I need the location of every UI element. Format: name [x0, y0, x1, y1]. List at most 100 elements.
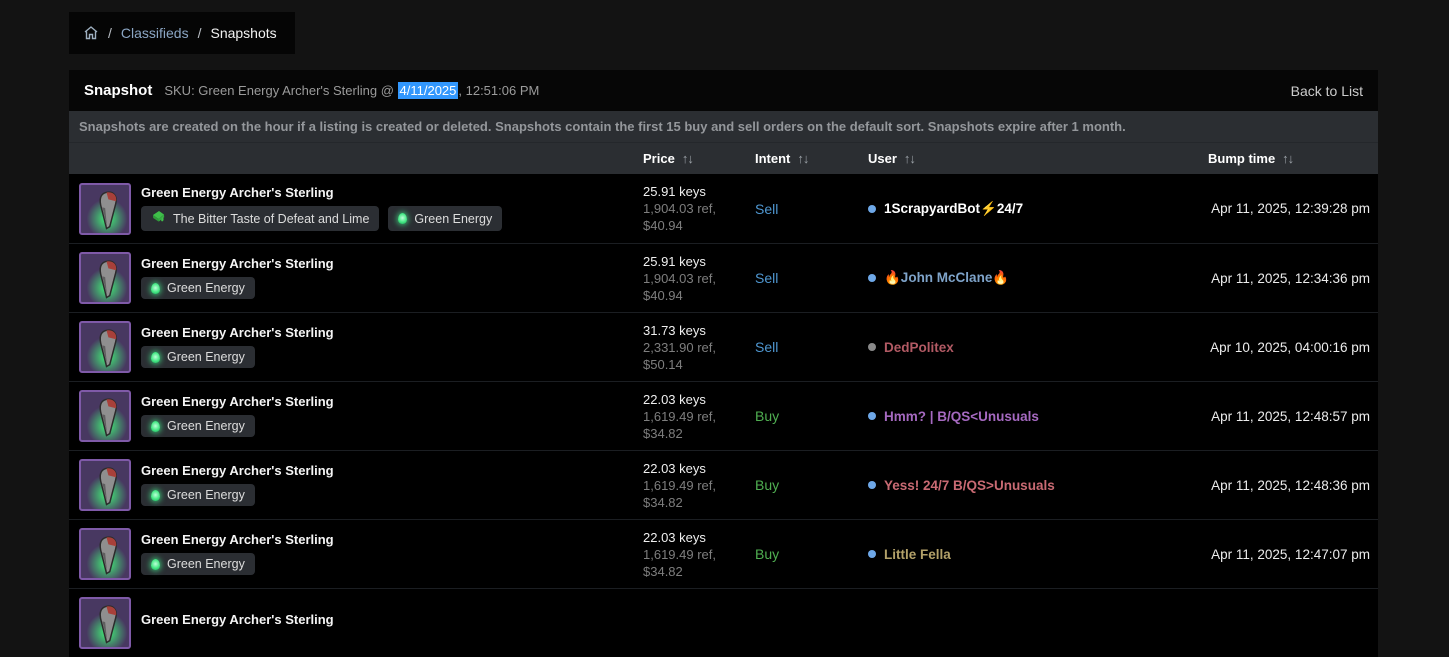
sort-icon[interactable]: ↑↓: [682, 151, 694, 166]
tag-list: Green Energy: [141, 346, 633, 368]
price-keys: 22.03 keys: [643, 460, 706, 476]
particle-icon: [151, 282, 160, 294]
particle-icon: [151, 558, 160, 570]
bump-time: Apr 11, 2025, 12:39:28 pm: [1211, 201, 1370, 216]
column-header-user: User ↑↓: [868, 151, 916, 166]
price-keys: 31.73 keys: [643, 322, 706, 338]
table-row: Green Energy Archer's Sterling Green Ene…: [69, 243, 1378, 312]
breadcrumb: / Classifieds / Snapshots: [69, 12, 295, 54]
table-row: Green Energy Archer's Sterling Green Ene…: [69, 519, 1378, 588]
intent-label[interactable]: Buy: [755, 546, 858, 562]
user-cell: 🔥John McClane🔥: [868, 270, 1198, 286]
user-cell: Hmm? | B/QS<Unusuals: [868, 409, 1198, 424]
item-image[interactable]: [79, 597, 131, 649]
sku-suffix: , 12:51:06 PM: [458, 83, 540, 98]
price-usd: $50.14: [643, 356, 683, 372]
tag-list: The Bitter Taste of Defeat and Lime Gree…: [141, 206, 633, 231]
price-keys: 25.91 keys: [643, 184, 706, 199]
item-name[interactable]: Green Energy Archer's Sterling: [141, 613, 633, 627]
user-cell: DedPolitex: [868, 340, 1198, 355]
price-cell: 22.03 keys 1,619.49 ref, $34.82: [643, 529, 745, 580]
user-link[interactable]: 🔥John McClane🔥: [884, 270, 1009, 286]
user-link[interactable]: 1ScrapyardBot⚡24/7: [884, 201, 1023, 217]
item-name[interactable]: Green Energy Archer's Sterling: [141, 257, 633, 271]
column-header-intent: Intent ↑↓: [755, 151, 809, 166]
tag-label: Green Energy: [414, 211, 493, 226]
price-cell: 22.03 keys 1,619.49 ref, $34.82: [643, 391, 745, 442]
intent-label[interactable]: Buy: [755, 477, 858, 493]
sort-icon[interactable]: ↑↓: [904, 151, 916, 166]
home-icon[interactable]: [83, 25, 99, 41]
item-image[interactable]: [79, 182, 131, 235]
item-image[interactable]: [79, 459, 131, 511]
item-tag[interactable]: The Bitter Taste of Defeat and Lime: [141, 206, 380, 231]
user-status-dot: [868, 412, 876, 420]
snapshot-panel: Snapshot SKU: Green Energy Archer's Ster…: [69, 70, 1378, 657]
arrowhead-item-icon: [99, 536, 117, 575]
user-link[interactable]: Little Fella: [884, 547, 951, 562]
arrowhead-item-icon: [99, 190, 117, 230]
item-image[interactable]: [79, 252, 131, 304]
table-header-row: Price ↑↓ Intent ↑↓ User ↑↓ Bump time ↑↓: [69, 143, 1378, 174]
sort-icon[interactable]: ↑↓: [797, 151, 809, 166]
price-usd: $34.82: [643, 563, 683, 579]
back-to-list-link[interactable]: Back to List: [1291, 83, 1363, 99]
price-ref: 2,331.90 ref,: [643, 339, 716, 355]
item-name[interactable]: Green Energy Archer's Sterling: [141, 464, 633, 478]
price-ref: 1,619.49 ref,: [643, 477, 716, 493]
user-status-dot: [868, 274, 876, 282]
user-link[interactable]: Yess! 24/7 B/QS>Unusuals: [884, 478, 1055, 493]
tag-label: Green Energy: [167, 557, 245, 571]
column-header-bump-time: Bump time ↑↓: [1208, 151, 1294, 166]
bump-time: Apr 10, 2025, 04:00:16 pm: [1210, 339, 1370, 355]
table-row: Green Energy Archer's Sterling The Bitte…: [69, 174, 1378, 243]
sort-icon[interactable]: ↑↓: [1282, 151, 1294, 166]
intent-label[interactable]: Sell: [755, 339, 858, 355]
price-usd: $40.94: [643, 218, 683, 233]
item-image[interactable]: [79, 528, 131, 580]
user-status-dot: [868, 343, 876, 351]
tag-label: Green Energy: [167, 281, 245, 295]
item-tag[interactable]: Green Energy: [388, 206, 503, 231]
tag-list: Green Energy: [141, 484, 633, 506]
arrowhead-item-icon: [99, 398, 117, 437]
page-title: Snapshot: [84, 82, 153, 99]
sku-prefix: SKU: Green Energy Archer's Sterling @: [164, 83, 398, 98]
price-cell: 25.91 keys 1,904.03 ref, $40.94: [643, 183, 745, 234]
item-tag[interactable]: Green Energy: [141, 277, 255, 299]
column-header-price: Price ↑↓: [643, 151, 694, 166]
item-name[interactable]: Green Energy Archer's Sterling: [141, 395, 633, 409]
item-tag[interactable]: Green Energy: [141, 553, 255, 575]
tag-list: Green Energy: [141, 277, 633, 299]
intent-label[interactable]: Buy: [755, 408, 858, 424]
particle-icon: [151, 351, 160, 363]
item-tag[interactable]: Green Energy: [141, 346, 255, 368]
sku-line: SKU: Green Energy Archer's Sterling @ 4/…: [164, 82, 540, 99]
price-ref: 1,619.49 ref,: [643, 546, 716, 562]
user-link[interactable]: DedPolitex: [884, 340, 954, 355]
arrowhead-item-icon: [99, 467, 117, 506]
item-name[interactable]: Green Energy Archer's Sterling: [141, 186, 633, 200]
item-name[interactable]: Green Energy Archer's Sterling: [141, 533, 633, 547]
item-tag[interactable]: Green Energy: [141, 415, 255, 437]
tag-label: Green Energy: [167, 419, 245, 433]
price-keys: 22.03 keys: [643, 391, 706, 407]
notice-banner: Snapshots are created on the hour if a l…: [69, 111, 1378, 143]
arrowhead-item-icon: [99, 605, 117, 644]
item-tag[interactable]: Green Energy: [141, 484, 255, 506]
price-keys: 22.03 keys: [643, 529, 706, 545]
intent-label[interactable]: Sell: [755, 270, 858, 286]
sku-date-highlighted: 4/11/2025: [397, 82, 459, 99]
breadcrumb-separator: /: [108, 25, 112, 41]
arrowhead-item-icon: [99, 260, 117, 299]
item-name[interactable]: Green Energy Archer's Sterling: [141, 326, 633, 340]
item-image[interactable]: [79, 321, 131, 373]
breadcrumb-link-classifieds[interactable]: Classifieds: [121, 25, 189, 41]
particle-icon: [398, 213, 408, 224]
intent-label[interactable]: Sell: [755, 201, 858, 217]
user-cell: Yess! 24/7 B/QS>Unusuals: [868, 478, 1198, 493]
user-link[interactable]: Hmm? | B/QS<Unusuals: [884, 409, 1039, 424]
item-image[interactable]: [79, 390, 131, 442]
breadcrumb-current-snapshots: Snapshots: [210, 25, 277, 41]
tag-list: Green Energy: [141, 553, 633, 575]
